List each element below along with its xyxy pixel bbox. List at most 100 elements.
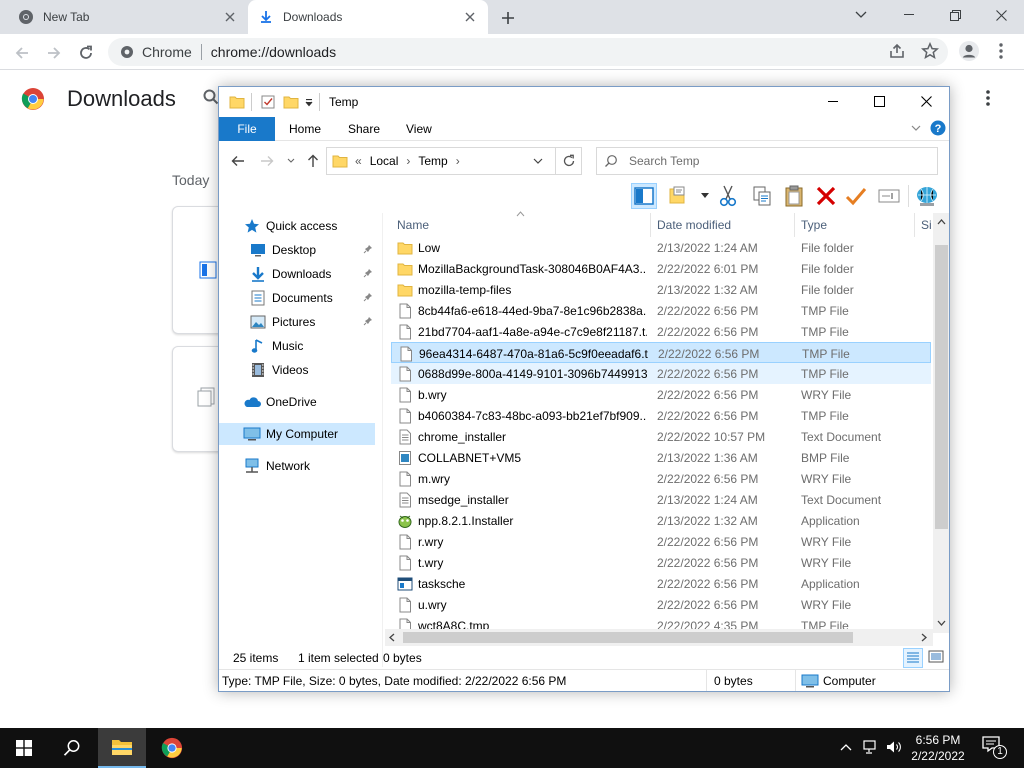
address-bar[interactable]: Chrome chrome://downloads [108, 38, 948, 66]
dropdown-arrow-icon[interactable] [701, 193, 709, 199]
breadcrumb-temp[interactable]: Temp [418, 154, 447, 168]
scroll-down-arrow-icon[interactable] [937, 620, 946, 626]
column-header-type[interactable]: Type [795, 213, 915, 237]
large-icons-view-button[interactable] [927, 648, 947, 668]
explorer-close-button[interactable] [903, 87, 949, 116]
minimize-button[interactable] [886, 0, 932, 30]
share-button[interactable] [888, 42, 906, 60]
quick-access-dropdown-icon[interactable] [305, 99, 313, 107]
vertical-scroll-thumb[interactable] [935, 245, 948, 529]
file-row[interactable]: t.wry 2/22/2022 6:56 PM WRY File [391, 552, 931, 573]
details-view-button[interactable] [903, 648, 923, 668]
search-icon[interactable] [203, 89, 219, 105]
file-row[interactable]: msedge_installer 2/13/2022 1:24 AM Text Do… [391, 489, 931, 510]
new-tab-button[interactable] [498, 8, 518, 28]
scroll-left-arrow-icon[interactable] [389, 633, 395, 642]
breadcrumb-separator[interactable]: › [456, 154, 460, 168]
forward-button[interactable] [41, 40, 67, 66]
forward-arrow-icon[interactable] [260, 154, 274, 168]
ribbon-tab-home[interactable]: Home [289, 117, 321, 141]
file-row[interactable]: mozilla-temp-files 2/13/2022 1:32 AM File … [391, 279, 931, 300]
recent-locations-chevron-icon[interactable] [287, 158, 295, 164]
cut-button[interactable] [715, 183, 741, 209]
file-row[interactable]: chrome_installer 2/22/2022 10:57 PM Text D… [391, 426, 931, 447]
taskbar-file-explorer[interactable] [98, 728, 146, 768]
address-dropdown-icon[interactable] [533, 158, 543, 165]
select-button[interactable] [876, 183, 902, 209]
taskbar-chrome[interactable] [148, 728, 196, 768]
file-row[interactable]: 21bd7704-aaf1-4a8e-a94e-c7c9e8f21187.t..… [391, 321, 931, 342]
new-folder-icon[interactable] [283, 94, 299, 110]
column-header-name[interactable]: Name [391, 213, 651, 237]
tab-close-icon[interactable] [462, 9, 478, 25]
profile-avatar[interactable] [958, 40, 980, 62]
nav-item-music[interactable]: Music [219, 335, 375, 357]
properties-checkbox-icon[interactable] [260, 94, 276, 110]
expand-ribbon-icon[interactable] [911, 125, 921, 132]
ribbon-tab-share[interactable]: Share [348, 117, 380, 141]
breadcrumb-separator[interactable]: › [406, 154, 410, 168]
paste-button[interactable] [781, 183, 807, 209]
file-row[interactable]: COLLABNET+VM5 2/13/2022 1:36 AM BMP File [391, 447, 931, 468]
action-center-button[interactable]: 1 [982, 736, 1008, 760]
nav-item-network[interactable]: Network [219, 455, 375, 477]
network-status-icon[interactable] [863, 740, 879, 754]
breadcrumb-overflow[interactable]: « [355, 154, 362, 168]
file-row[interactable]: Low 2/13/2022 1:24 AM File folder [391, 237, 931, 258]
explorer-search-box[interactable]: Search Temp [596, 147, 938, 175]
copy-button[interactable] [749, 183, 775, 209]
preview-pane-button[interactable] [631, 183, 657, 209]
file-row[interactable]: m.wry 2/22/2022 6:56 PM WRY File [391, 468, 931, 489]
explorer-address-bar[interactable]: « Local › Temp › [326, 147, 582, 175]
properties-button[interactable] [667, 183, 693, 209]
bookmark-button[interactable] [921, 42, 939, 60]
nav-item-my-computer[interactable]: My Computer [219, 423, 375, 445]
ribbon-tab-file[interactable]: File [219, 117, 275, 141]
ribbon-tab-view[interactable]: View [406, 117, 432, 141]
up-arrow-icon[interactable] [306, 154, 320, 168]
nav-item-downloads[interactable]: Downloads [219, 263, 375, 285]
rename-button[interactable] [843, 183, 869, 209]
chrome-menu-button[interactable] [996, 42, 1006, 60]
delete-button[interactable] [813, 183, 839, 209]
file-row[interactable]: 8cb44fa6-e618-44ed-9ba7-8e1c96b2838a....… [391, 300, 931, 321]
back-button[interactable] [9, 40, 35, 66]
nav-item-onedrive[interactable]: OneDrive [219, 391, 375, 413]
network-globe-button[interactable] [914, 183, 940, 209]
file-row[interactable]: b4060384-7c83-48bc-a093-bb21ef7bf909....… [391, 405, 931, 426]
explorer-minimize-button[interactable] [810, 87, 856, 116]
scroll-up-arrow-icon[interactable] [937, 219, 946, 225]
file-row[interactable]: tasksche 2/22/2022 6:56 PM Application [391, 573, 931, 594]
file-row[interactable]: u.wry 2/22/2022 6:56 PM WRY File [391, 594, 931, 615]
tab-new-tab[interactable]: New Tab [8, 0, 248, 34]
refresh-icon[interactable] [562, 154, 576, 168]
nav-item-pictures[interactable]: Pictures [219, 311, 375, 333]
taskbar-search-button[interactable] [48, 728, 96, 768]
nav-item-desktop[interactable]: Desktop [219, 239, 375, 261]
file-row[interactable]: 96ea4314-6487-470a-81a6-5c9f0eeadaf6.t..… [391, 342, 931, 363]
back-arrow-icon[interactable] [231, 154, 245, 168]
tab-search-button[interactable] [838, 0, 884, 30]
file-row[interactable]: npp.8.2.1.Installer 2/13/2022 1:32 AM Appl… [391, 510, 931, 531]
file-row[interactable]: b.wry 2/22/2022 6:56 PM WRY File [391, 384, 931, 405]
downloads-menu-button[interactable] [983, 89, 993, 107]
system-clock[interactable]: 6:56 PM 2/22/2022 [900, 732, 976, 764]
breadcrumb-local[interactable]: Local [370, 154, 399, 168]
nav-item-documents[interactable]: Documents [219, 287, 375, 309]
explorer-maximize-button[interactable] [856, 87, 902, 116]
restore-button[interactable] [932, 0, 978, 30]
scroll-right-arrow-icon[interactable] [921, 633, 927, 642]
chevron-up-icon[interactable] [840, 743, 852, 751]
nav-item-videos[interactable]: Videos [219, 359, 375, 381]
file-row[interactable]: 0688d99e-800a-4149-9101-3096b7449913....… [391, 363, 931, 384]
tab-close-icon[interactable] [222, 9, 238, 25]
nav-item-quick-access[interactable]: Quick access [219, 215, 375, 237]
horizontal-scroll-thumb[interactable] [403, 632, 853, 643]
column-header-date[interactable]: Date modified [651, 213, 795, 237]
file-row[interactable]: MozillaBackgroundTask-308046B0AF4A3... 2/… [391, 258, 931, 279]
close-window-button[interactable] [978, 0, 1024, 30]
reload-button[interactable] [73, 40, 99, 66]
file-row[interactable]: r.wry 2/22/2022 6:56 PM WRY File [391, 531, 931, 552]
start-button[interactable] [0, 728, 48, 768]
tab-downloads[interactable]: Downloads [248, 0, 488, 34]
